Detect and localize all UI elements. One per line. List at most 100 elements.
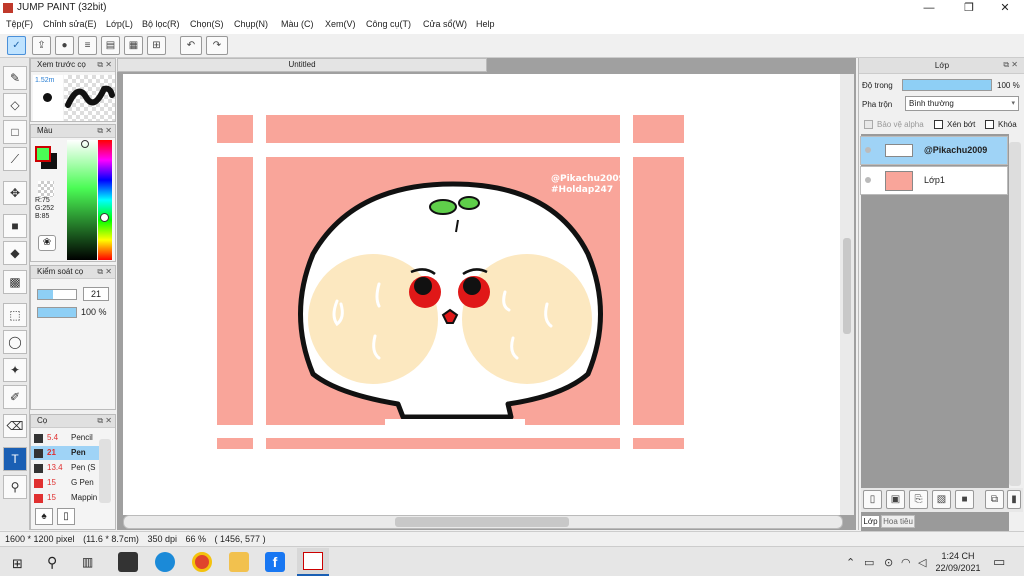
clock[interactable]: 1:24 CH 22/09/2021 [935,550,981,574]
layer-row-layer1[interactable]: Lớp1 [860,166,1008,195]
magic-wand-icon[interactable]: ✦ [3,358,27,382]
hue-cursor[interactable] [100,213,109,222]
layer-list-scrollbar[interactable] [1009,142,1021,486]
new-layer-icon[interactable]: ▯ [863,490,882,509]
menu-filter[interactable]: Bộ lọc(R) [142,19,180,29]
windows-start-icon[interactable]: ⊞ [12,556,23,572]
saturation-field[interactable] [67,140,97,260]
new-brush-icon[interactable]: ▯ [57,508,75,525]
brush-size-slider[interactable] [37,289,77,300]
rect-icon[interactable]: □ [3,120,27,144]
vertical-scroll-thumb[interactable] [843,238,851,334]
volume-icon[interactable]: ◁ [918,556,926,569]
pen-line-icon[interactable]: ⟋ [3,147,27,171]
menu-capture[interactable]: Chụp(N) [234,19,268,29]
document-icon[interactable]: ▤ [101,36,120,55]
panel-controls[interactable]: ⧉ ✕ [1003,60,1018,70]
eye-icon[interactable] [865,177,871,183]
search-icon[interactable]: ⚲ [47,554,57,571]
sv-cursor[interactable] [81,140,89,148]
maximize-button[interactable]: ❐ [952,0,986,16]
text-icon[interactable]: T [3,447,27,471]
layer-opacity-slider[interactable] [902,79,992,91]
eraser-icon[interactable]: ◇ [3,93,27,117]
clipping-checkbox[interactable] [934,120,943,129]
brush-list-item[interactable]: 13.4 Pen (S [31,461,99,475]
close-button[interactable]: ✕ [988,0,1022,16]
check-icon[interactable]: ✓ [7,36,26,55]
chrome-icon[interactable] [192,552,212,572]
minimize-button[interactable]: — [912,0,946,16]
brush-folder-icon[interactable]: ♠ [35,508,53,525]
folder-icon[interactable]: ■ [955,490,974,509]
select-eraser-icon[interactable]: ⌫ [3,414,27,438]
menu-layer[interactable]: Lớp(L) [106,19,133,29]
chevron-up-icon[interactable]: ⌃ [846,556,855,569]
store-icon[interactable] [118,552,138,572]
battery-icon[interactable]: ▭ [864,556,874,569]
menu-edit[interactable]: Chỉnh sửa(E) [43,19,97,29]
speech-icon[interactable]: ● [55,36,74,55]
tab-untitled[interactable]: Untitled [117,58,487,72]
eye-icon[interactable] [865,147,871,153]
export-icon[interactable]: ⇪ [32,36,51,55]
menu-tools[interactable]: Công cụ(T) [366,19,411,29]
settings-grid-icon[interactable]: ⊞ [147,36,166,55]
brush-size-input[interactable]: 21 [83,287,109,301]
list-icon[interactable]: ≡ [78,36,97,55]
foreground-color-swatch[interactable] [35,146,51,162]
panel-controls[interactable]: ⧉ ✕ [97,415,112,427]
menu-help[interactable]: Help [476,19,495,29]
edge-icon[interactable] [155,552,175,572]
new-raster-layer-icon[interactable]: ▣ [886,490,905,509]
brush-opacity-slider[interactable] [37,307,77,318]
copy-layer-icon[interactable]: ⎘ [909,490,928,509]
transparent-swatch[interactable] [38,181,54,197]
select-rect-icon[interactable]: ⬚ [3,303,27,327]
duplicate-icon[interactable]: ⧉ [985,490,1004,509]
task-view-icon[interactable]: ▥ [82,555,93,569]
select-pen-icon[interactable]: ✐ [3,385,27,409]
brush-list-item[interactable]: 21 Pen [31,446,99,460]
brush-list-item[interactable]: 5.4 Pencil [31,431,99,445]
delete-layer-icon[interactable]: ▮ [1007,490,1021,509]
wifi-icon[interactable]: ◠ [901,556,911,569]
bucket-icon[interactable]: ◆ [3,241,27,265]
brush-list-item[interactable]: 15 G Pen [31,476,99,490]
move-icon[interactable]: ✥ [3,181,27,205]
canvas[interactable]: @Pikachu2009 #Holdap247 [123,74,840,515]
menu-color[interactable]: Màu (C) [281,19,314,29]
horizontal-scroll-thumb[interactable] [395,517,569,527]
tab-layer[interactable]: Lớp [861,515,880,528]
eyedropper-icon[interactable]: ⚲ [3,475,27,499]
fill-rect-icon[interactable]: ■ [3,214,27,238]
lasso-icon[interactable]: ◯ [3,330,27,354]
hue-slider[interactable] [98,140,112,260]
jump-paint-task[interactable] [297,548,329,576]
explorer-icon[interactable] [229,552,249,572]
menu-select[interactable]: Chọn(S) [190,19,224,29]
protect-alpha-checkbox[interactable] [864,120,873,129]
grid-icon[interactable]: ▦ [124,36,143,55]
panel-controls[interactable]: ⧉ ✕ [97,59,112,71]
brush-list-item[interactable]: 15 Mappin [31,491,99,505]
blend-mode-select[interactable]: Bình thường ▾ [905,96,1019,111]
gradient-icon[interactable]: ▩ [3,270,27,294]
facebook-icon[interactable]: f [265,552,285,572]
palette-icon[interactable]: ❀ [38,235,56,251]
undo-icon[interactable]: ↶ [180,36,202,55]
panel-controls[interactable]: ⧉ ✕ [97,266,112,278]
keyboard-icon[interactable]: ⊙ [884,556,893,569]
menu-file[interactable]: Tệp(F) [6,19,33,29]
layer-row-pikachu[interactable]: @Pikachu2009 [860,136,1008,165]
notification-icon[interactable]: ▭ [993,554,1005,570]
menu-view[interactable]: Xem(V) [325,19,356,29]
menu-window[interactable]: Cửa sổ(W) [423,19,467,29]
brush-list-scrollbar[interactable] [99,439,111,503]
redo-icon[interactable]: ↷ [206,36,228,55]
tab-navigator[interactable]: Hoa tiêu [881,515,915,528]
brush-icon[interactable]: ✎ [3,66,27,90]
halftone-layer-icon[interactable]: ▧ [932,490,951,509]
panel-controls[interactable]: ⧉ ✕ [97,125,112,137]
lock-checkbox[interactable] [985,120,994,129]
